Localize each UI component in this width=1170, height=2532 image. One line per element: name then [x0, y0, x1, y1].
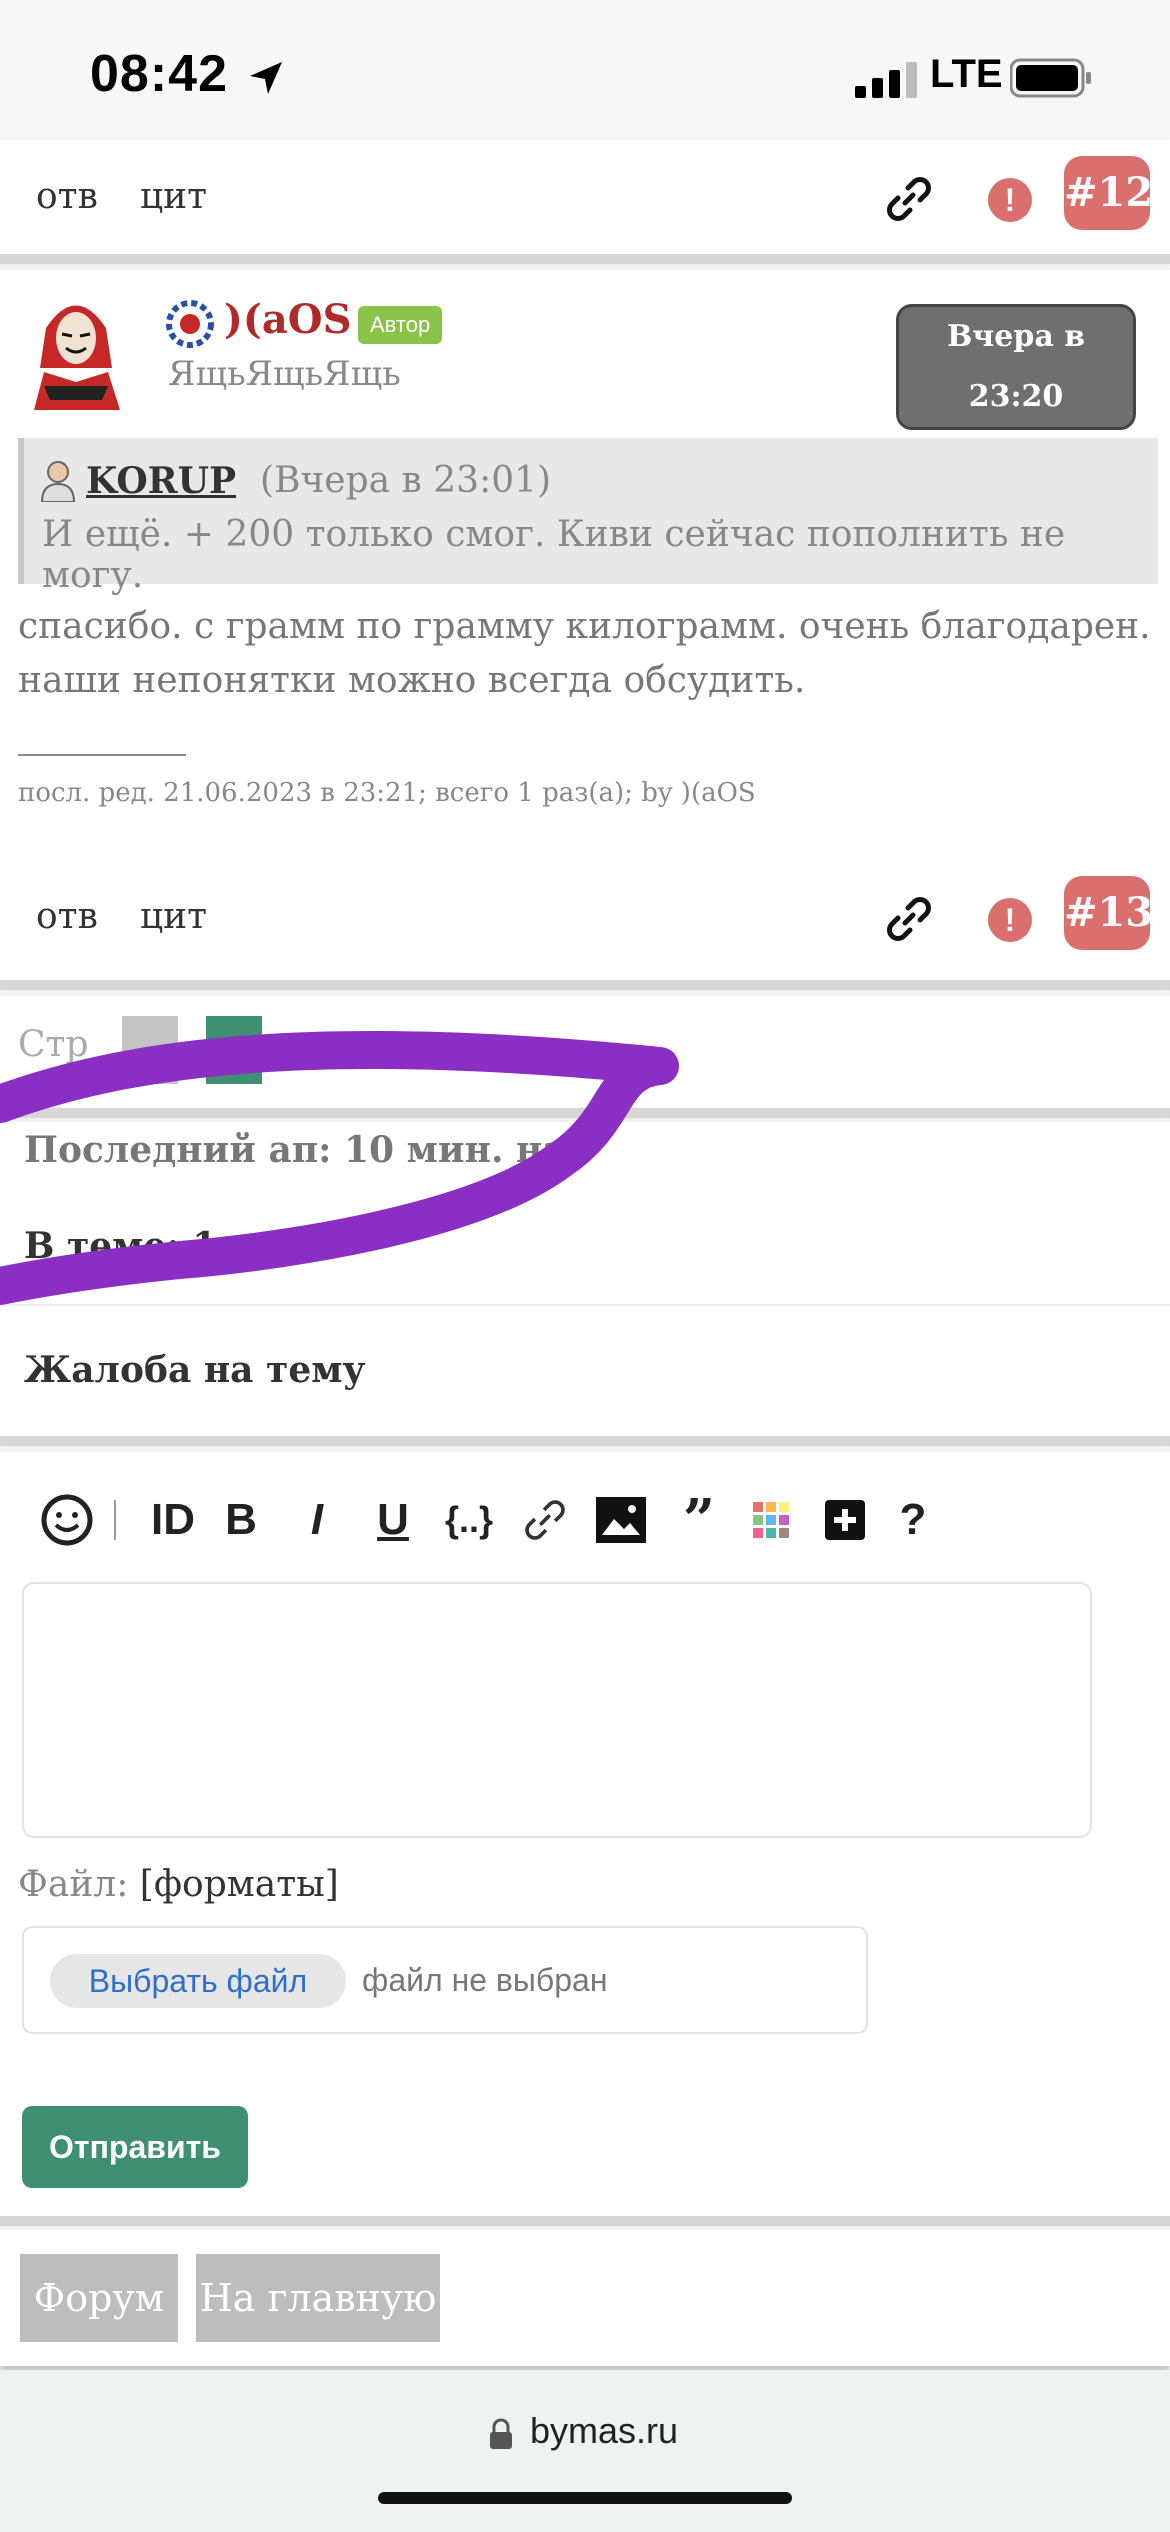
post-date: Вчера в 23:20 [896, 304, 1136, 430]
divider [0, 980, 1170, 990]
link-icon[interactable] [884, 894, 934, 944]
file-label: Файл: [форматы] [18, 1864, 339, 1905]
divider [0, 1436, 1170, 1446]
url-text[interactable]: bymas.ru [530, 2410, 678, 2452]
id-icon[interactable]: ID [138, 1488, 208, 1552]
post-13: )(aOS Автор ЯщьЯщьЯщь Вчера в 23:20 KORU… [0, 270, 1170, 980]
complaint-link[interactable]: Жалоба на тему [24, 1342, 366, 1398]
post-text-line: спасибо. с грамм по грамму килограмм. оч… [18, 606, 1151, 647]
user-title: ЯщьЯщьЯщь [168, 354, 401, 394]
quote-date: (Вчера в 23:01) [260, 460, 552, 501]
cell-signal-icon [855, 62, 917, 98]
toolbar-divider [114, 1500, 116, 1540]
forum-button[interactable]: Форум [20, 2254, 178, 2342]
user-status-icon [166, 300, 214, 348]
bottom-nav: Форум На главную [0, 2230, 1170, 2366]
submit-button[interactable]: Отправить [22, 2106, 248, 2188]
location-arrow-icon [250, 62, 282, 94]
battery-icon [1010, 58, 1091, 98]
user-icon [40, 461, 76, 502]
choose-file-button[interactable]: Выбрать файл [50, 1954, 346, 2008]
file-label-text: Файл: [18, 1864, 129, 1905]
italic-icon[interactable]: I [290, 1488, 344, 1552]
report-alert-icon[interactable]: ! [988, 178, 1032, 222]
quote-block: KORUP (Вчера в 23:01) И ещё. + 200 тольк… [18, 438, 1158, 596]
file-formats-link[interactable]: [форматы] [140, 1864, 339, 1905]
file-input: Выбрать файл файл не выбран [22, 1926, 868, 2034]
post-number[interactable]: #12 [1064, 156, 1153, 230]
author-badge: Автор [358, 306, 443, 344]
message-textarea[interactable] [22, 1582, 1092, 1838]
code-icon[interactable]: {..} [436, 1488, 502, 1552]
divider [0, 254, 1170, 264]
home-indicator [378, 2492, 792, 2504]
image-icon[interactable] [594, 1488, 648, 1552]
help-icon[interactable]: ? [886, 1488, 940, 1552]
quote-author[interactable]: KORUP [86, 460, 236, 502]
signature-divider [18, 754, 186, 756]
quote-icon[interactable]: ” [672, 1488, 726, 1552]
post-number[interactable]: #13 [1064, 876, 1153, 950]
username[interactable]: )(aOS [224, 296, 352, 343]
avatar[interactable] [26, 288, 126, 410]
plus-icon[interactable] [818, 1488, 872, 1552]
bold-icon[interactable]: B [214, 1488, 268, 1552]
post-12-actions: отв цит ! #12 [0, 140, 1170, 254]
post-text-line: наши непонятки можно всегда обсудить. [18, 660, 806, 701]
quote-link[interactable]: цит [140, 176, 207, 217]
scribble-annotation [0, 1031, 679, 1305]
reply-link[interactable]: отв [36, 896, 98, 937]
quote-link[interactable]: цит [140, 896, 207, 937]
link-icon[interactable] [518, 1488, 572, 1552]
no-file-text: файл не выбран [362, 1962, 608, 1998]
quote-text: И ещё. + 200 только смог. Киви сейчас по… [42, 514, 1066, 596]
home-button[interactable]: На главную [196, 2254, 440, 2342]
lock-icon [490, 2418, 512, 2449]
edit-note: посл. ред. 21.06.2023 в 23:21; всего 1 р… [18, 778, 756, 808]
reply-link[interactable]: отв [36, 176, 98, 217]
clock: 08:42 [90, 45, 228, 103]
underline-icon[interactable]: U [366, 1488, 420, 1552]
network-type: LTE [930, 52, 1003, 96]
smile-icon[interactable] [40, 1488, 94, 1552]
link-icon[interactable] [884, 174, 934, 224]
report-alert-icon[interactable]: ! [988, 898, 1032, 942]
color-icon[interactable] [744, 1488, 798, 1552]
divider [0, 2216, 1170, 2226]
